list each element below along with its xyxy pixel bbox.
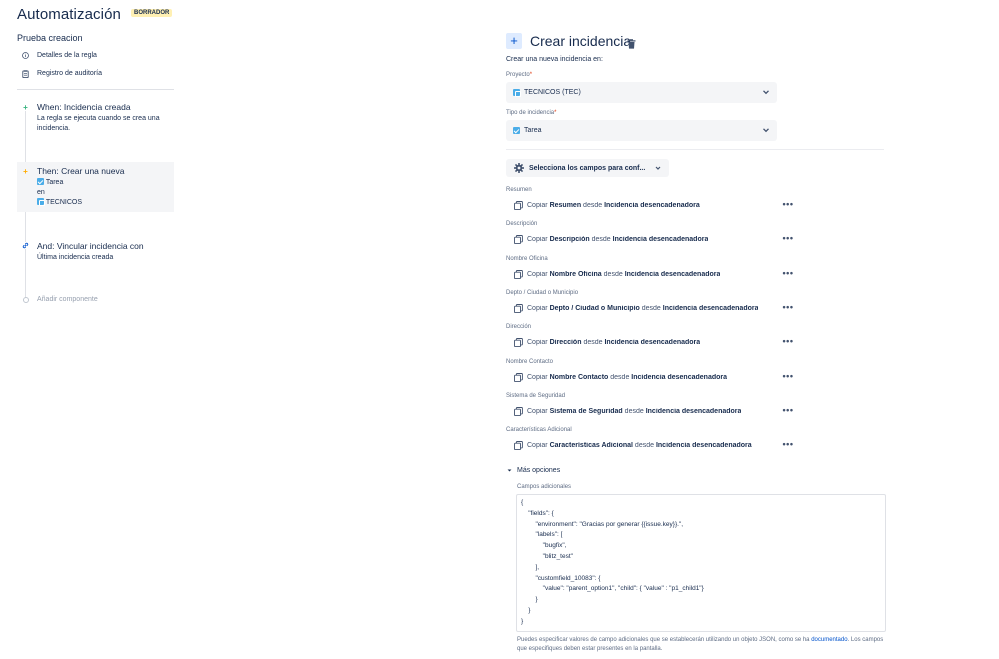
project-select[interactable]: TECNICOS (TEC): [506, 82, 777, 103]
info-icon: [22, 52, 29, 59]
task-icon: [513, 127, 520, 134]
trigger-desc: La regla se ejecuta cuando se crea una i…: [37, 115, 160, 132]
trigger-step[interactable]: When: Incidencia creada La regla se ejec…: [37, 102, 177, 134]
project-value: TECNICOS (TEC): [524, 89, 581, 96]
rule-details-label: Detalles de la regla: [37, 52, 97, 59]
action-title: Then: Crear una nueva: [37, 166, 125, 176]
copy-field-label: Sistema de Seguridad: [506, 392, 566, 399]
delete-icon[interactable]: [627, 36, 636, 49]
copy-field-label: Características Adicional: [506, 427, 572, 434]
copy-icon: [514, 303, 523, 313]
more-actions-button[interactable]: •••: [781, 439, 795, 449]
add-icon: +: [506, 33, 522, 49]
project-icon: [37, 198, 45, 206]
chevron-down-icon: [655, 166, 661, 170]
status-badge: BORRADOR: [131, 9, 173, 17]
action-project: TECNICOS: [37, 198, 172, 208]
copy-field-row[interactable]: Copiar Características Adicional desde I…: [514, 441, 770, 451]
more-actions-button[interactable]: •••: [781, 233, 795, 243]
copy-icon: [514, 441, 523, 451]
project-label: Proyecto*: [506, 72, 533, 78]
issue-type-label: Tipo de incidencia*: [506, 110, 557, 116]
select-fields-button[interactable]: Selecciona los campos para conf...: [506, 159, 669, 177]
chevron-down-icon: [507, 469, 512, 472]
create-in-label: Crear una nueva incidencia en:: [506, 56, 603, 63]
more-options-toggle[interactable]: Más opciones: [506, 467, 560, 474]
copy-field-label: Descripción: [506, 221, 538, 228]
more-actions-button[interactable]: •••: [781, 199, 795, 209]
copy-field-row[interactable]: Copiar Descripción desde Incidencia dese…: [514, 235, 770, 245]
copy-icon: [514, 406, 523, 416]
project-icon: [513, 89, 521, 97]
rule-name: Prueba creacion: [17, 33, 83, 43]
chevron-down-icon: [763, 90, 769, 95]
issue-type-value: Tarea: [524, 127, 542, 134]
clipboard-icon: [22, 69, 29, 78]
more-actions-button[interactable]: •••: [781, 371, 795, 381]
branch-step[interactable]: And: Vincular incidencia con Última inci…: [37, 241, 177, 263]
add-component-icon: [23, 297, 29, 303]
copy-field-label: Nombre Contacto: [506, 358, 554, 365]
divider: [17, 89, 174, 90]
divider: [506, 149, 884, 150]
extra-fields-label: Campos adicionales: [517, 484, 572, 490]
copy-field-label: Resumen: [506, 187, 532, 193]
issue-type-select[interactable]: Tarea: [506, 120, 777, 141]
audit-log-label: Registro de auditoría: [37, 70, 102, 77]
copy-field-row[interactable]: Copiar Resumen desde Incidencia desencad…: [514, 201, 770, 210]
rule-details-link[interactable]: Detalles de la regla: [22, 52, 97, 59]
documentation-link[interactable]: documentado: [811, 637, 847, 643]
copy-field-row[interactable]: Copiar Sistema de Seguridad desde Incide…: [514, 406, 770, 416]
branch-title: And: Vincular incidencia con: [37, 241, 144, 251]
more-actions-button[interactable]: •••: [781, 336, 795, 346]
trigger-title: When: Incidencia creada: [37, 102, 131, 112]
copy-field-label: Depto / Ciudad o Municipio: [506, 289, 579, 296]
branch-desc: Última incidencia creada: [37, 254, 114, 261]
more-actions-button[interactable]: •••: [781, 268, 795, 278]
chevron-down-icon: [763, 128, 769, 133]
more-actions-button[interactable]: •••: [781, 405, 795, 415]
select-fields-label: Selecciona los campos para conf...: [529, 164, 646, 172]
trigger-plus-icon: +: [22, 103, 29, 112]
copy-icon: [514, 201, 523, 210]
action-step-content: Then: Crear una nueva Tarea en TECNICOS: [37, 166, 172, 208]
copy-field-row[interactable]: Copiar Depto / Ciudad o Municipio desde …: [514, 303, 770, 313]
copy-icon: [514, 269, 523, 279]
copy-field-label: Nombre Oficina: [506, 255, 548, 262]
action-connector: en: [37, 189, 45, 196]
audit-log-link[interactable]: Registro de auditoría: [22, 69, 102, 78]
copy-icon: [514, 235, 523, 245]
json-help-text: Puedes especificar valores de campo adic…: [517, 637, 884, 652]
page-title: Automatización: [17, 6, 121, 23]
copy-field-label: Dirección: [506, 324, 532, 331]
copy-icon: [514, 372, 523, 382]
panel-title: Crear incidencia: [530, 33, 632, 49]
copy-field-row[interactable]: Copiar Dirección desde Incidencia desenc…: [514, 338, 770, 348]
action-issue-type: Tarea: [37, 178, 172, 188]
task-icon: [37, 178, 44, 185]
json-content: { "fields": { "environment": "Gracias po…: [521, 499, 704, 625]
gear-icon: [514, 163, 524, 173]
link-icon: [22, 242, 29, 249]
copy-field-row[interactable]: Copiar Nombre Contacto desde Incidencia …: [514, 372, 770, 382]
add-component-button[interactable]: Añadir componente: [37, 295, 98, 305]
copy-field-row[interactable]: Copiar Nombre Oficina desde Incidencia d…: [514, 269, 770, 279]
action-plus-icon: +: [22, 167, 29, 176]
copy-icon: [514, 338, 523, 348]
more-actions-button[interactable]: •••: [781, 302, 795, 312]
more-options-label: Más opciones: [517, 467, 561, 474]
